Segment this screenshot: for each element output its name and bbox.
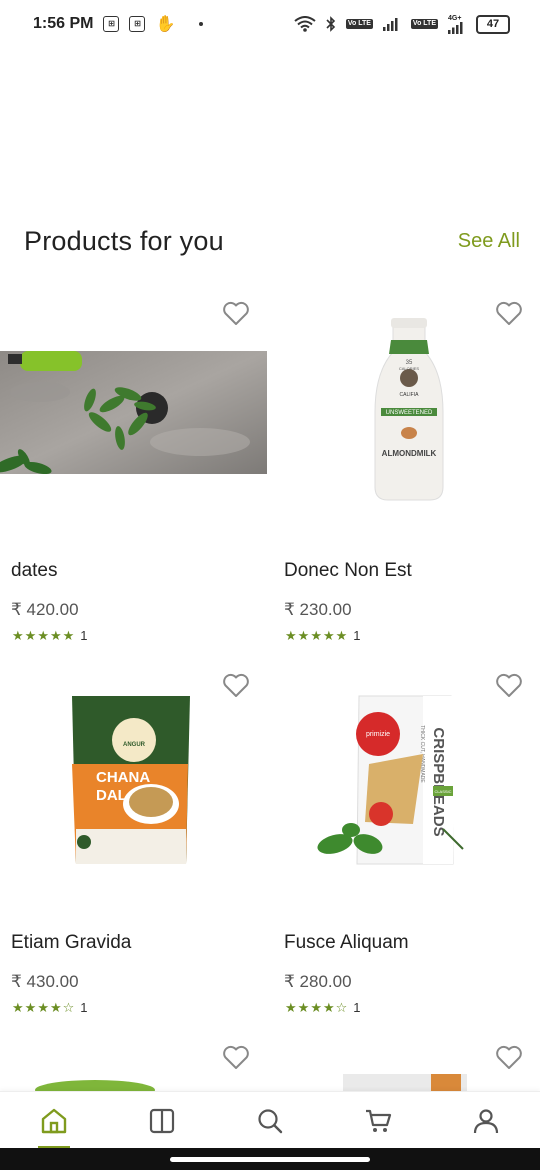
bottom-nav: [0, 1091, 540, 1149]
wave-hand-icon: ✋: [155, 16, 176, 33]
star-filled-icon: ★: [310, 628, 322, 643]
product-card[interactable]: primizie CRISPBREADS THICK CUT, HANDMADE…: [273, 654, 540, 1026]
product-price: ₹ 430.00: [11, 972, 79, 991]
almond-label: ALMONDMILK: [382, 449, 437, 458]
product-rating: ★ ★ ★ ★ ☆ 1: [12, 1000, 88, 1015]
nav-catalog[interactable]: [132, 1093, 192, 1149]
product-rating: ★ ★ ★ ★ ★ 1: [285, 628, 361, 643]
chana-title-line1: CHANA: [96, 769, 150, 786]
rating-count: 1: [80, 1000, 88, 1015]
rating-count: 1: [353, 628, 361, 643]
volte-icon: Vo LTE: [345, 19, 373, 29]
star-filled-icon: ★: [49, 628, 62, 643]
rating-stars: ★ ★ ★ ★ ☆: [12, 1001, 74, 1014]
star-filled-icon: ★: [12, 1000, 24, 1015]
bluetooth-icon: [326, 16, 336, 32]
signal-4g-icon: 4G+: [448, 15, 466, 34]
wishlist-heart-icon[interactable]: [222, 1044, 250, 1070]
star-filled-icon: ★: [297, 1000, 310, 1015]
home-gesture-handle[interactable]: [170, 1157, 370, 1162]
rating-stars: ★ ★ ★ ★ ☆: [285, 1001, 347, 1014]
crisp-flavor: CLASSIC: [434, 789, 451, 794]
section-header: Products for you See All: [24, 226, 520, 257]
sim2-icon: ⊞: [129, 16, 146, 32]
home-icon: [41, 1108, 67, 1133]
product-rating: ★ ★ ★ ★ ☆ 1: [285, 1000, 361, 1015]
star-filled-icon: ★: [285, 628, 297, 643]
crisp-label: CRISPBREADS: [430, 727, 447, 836]
nav-search[interactable]: [240, 1093, 300, 1149]
almond-calories-label: CALORIES: [399, 366, 420, 371]
product-name[interactable]: Etiam Gravida: [11, 932, 131, 954]
star-filled-icon: ★: [12, 628, 24, 643]
nav-cart[interactable]: [348, 1093, 408, 1149]
rating-count: 1: [80, 628, 88, 643]
star-filled-icon: ★: [322, 628, 335, 643]
crisp-brand: primizie: [366, 731, 390, 738]
star-filled-icon: ★: [37, 1000, 49, 1015]
almond-tag: UNSWEETENED: [386, 410, 433, 416]
see-all-link[interactable]: See All: [458, 230, 520, 253]
section-title: Products for you: [24, 226, 224, 256]
star-filled-icon: ★: [62, 628, 75, 643]
product-name[interactable]: Fusce Aliquam: [284, 932, 409, 954]
almond-brand: CALIFIA: [400, 392, 420, 398]
product-card[interactable]: [273, 1026, 540, 1091]
chana-brand: ANGUR: [123, 742, 146, 748]
signal-icon: [382, 17, 401, 31]
star-filled-icon: ★: [297, 628, 310, 643]
wishlist-heart-icon[interactable]: [222, 300, 250, 326]
product-name[interactable]: dates: [11, 560, 57, 582]
wishlist-heart-icon[interactable]: [222, 672, 250, 698]
status-time: 1:56 PM: [33, 15, 94, 32]
nav-account[interactable]: [456, 1093, 516, 1149]
rating-stars: ★ ★ ★ ★ ★: [12, 629, 74, 642]
chana-title-line2: DAL: [96, 787, 127, 804]
product-card[interactable]: [0, 1026, 270, 1091]
sim-icon: ⊞: [103, 16, 120, 32]
product-price: ₹ 280.00: [284, 972, 352, 991]
star-filled-icon: ★: [24, 628, 37, 643]
star-filled-icon: ★: [49, 1000, 62, 1015]
star-filled-icon: ★: [285, 1000, 297, 1015]
rating-stars: ★ ★ ★ ★ ★: [285, 629, 347, 642]
star-filled-icon: ★: [310, 1000, 322, 1015]
wishlist-heart-icon[interactable]: [495, 1044, 523, 1070]
product-card[interactable]: dates ₹ 420.00 ★ ★ ★ ★ ★ 1: [0, 282, 270, 654]
rating-count: 1: [353, 1000, 361, 1015]
product-price: ₹ 420.00: [11, 600, 79, 619]
notification-dot-icon: [199, 22, 204, 26]
status-bar: 1:56 PM ⊞ ⊞ ✋ Vo LTE Vo LTE 4G+ 47: [0, 0, 540, 48]
product-card[interactable]: UNSWEETENED 35 CALORIES CALIFIA ALMONDMI…: [273, 282, 540, 654]
star-filled-icon: ★: [335, 628, 348, 643]
volte-icon-2: Vo LTE: [410, 19, 438, 29]
gesture-bar: [0, 1148, 540, 1170]
product-card[interactable]: ANGUR CHANA DAL Etiam Gravida ₹ 430.00 ★…: [0, 654, 270, 1026]
catalog-icon: [149, 1108, 175, 1133]
nav-home[interactable]: [24, 1093, 84, 1149]
network-type-label: 4G+: [448, 14, 462, 22]
wishlist-heart-icon[interactable]: [495, 672, 523, 698]
wifi-icon: [294, 16, 316, 32]
battery-icon: 47: [476, 14, 510, 34]
star-empty-icon: ☆: [62, 1000, 75, 1015]
product-price: ₹ 230.00: [284, 600, 352, 619]
product-image[interactable]: [341, 1070, 471, 1091]
star-filled-icon: ★: [37, 628, 49, 643]
product-image[interactable]: [30, 1074, 160, 1091]
product-name[interactable]: Donec Non Est: [284, 560, 412, 582]
star-empty-icon: ☆: [335, 1000, 348, 1015]
wishlist-heart-icon[interactable]: [495, 300, 523, 326]
star-filled-icon: ★: [24, 1000, 37, 1015]
cart-icon: [366, 1109, 392, 1132]
user-icon: [473, 1108, 499, 1133]
search-icon: [258, 1108, 283, 1133]
star-filled-icon: ★: [322, 1000, 335, 1015]
product-rating: ★ ★ ★ ★ ★ 1: [12, 628, 88, 643]
